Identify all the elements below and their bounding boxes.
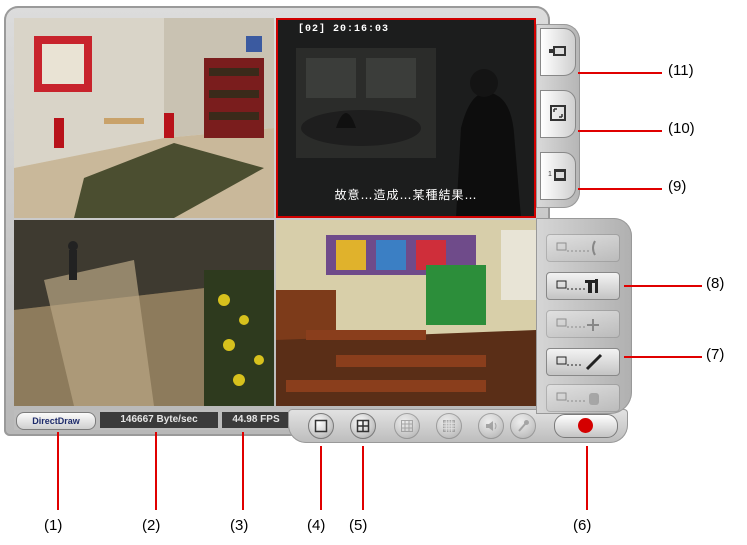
- callout-line-2: [155, 432, 157, 510]
- view-control-bar: [288, 409, 628, 443]
- network-add-button[interactable]: [546, 310, 620, 338]
- camera-view-4[interactable]: [276, 220, 536, 406]
- callout-label-7: (7): [706, 346, 725, 363]
- network-tools-button[interactable]: [546, 272, 620, 300]
- callout-line-1: [57, 432, 59, 510]
- status-bar: DirectDraw 146667 Byte/sec 44.98 FPS: [14, 410, 292, 430]
- network-edit-button[interactable]: [546, 348, 620, 376]
- callout-label-3: (3): [230, 517, 249, 534]
- network-call-button[interactable]: [546, 234, 620, 262]
- callout-label-11: (11): [668, 62, 694, 79]
- callout-line-3: [242, 432, 244, 510]
- camera-view-3[interactable]: [14, 220, 274, 406]
- quad-view-button[interactable]: [350, 413, 376, 439]
- callout-line-7: [624, 356, 702, 358]
- microphone-icon: [518, 420, 529, 432]
- camera-icon: [549, 46, 566, 56]
- video-subtitle: 故意…造成…某種結果…: [334, 188, 478, 202]
- callout-label-4: (4): [307, 517, 326, 534]
- record-dot-icon: [578, 418, 593, 433]
- callout-label-9: (9): [668, 178, 687, 195]
- callout-label-8: (8): [706, 275, 725, 292]
- render-mode-button[interactable]: DirectDraw: [16, 412, 96, 430]
- callout-line-10: [578, 130, 662, 132]
- camera-view-2[interactable]: [02] 20:16:03 故意…造成…某種結果…: [276, 18, 536, 218]
- callout-label-1: (1): [44, 517, 63, 534]
- callout-label-5: (5): [349, 517, 368, 534]
- network-hand-icon: [556, 392, 599, 405]
- callout-line-4: [320, 446, 322, 510]
- single-view-button[interactable]: [308, 413, 334, 439]
- network-plus-icon: [556, 318, 599, 331]
- record-button[interactable]: [554, 414, 618, 438]
- network-tools-icon: [556, 279, 598, 293]
- nine-view-button[interactable]: [394, 413, 420, 439]
- sixteen-grid-icon: [443, 420, 455, 432]
- callout-line-6: [586, 446, 588, 510]
- sixteen-view-button[interactable]: [436, 413, 462, 439]
- camera-view-1[interactable]: [14, 18, 274, 218]
- side-tab-strip: 1: [536, 24, 580, 208]
- callout-label-6: (6): [573, 517, 592, 534]
- network-control-panel: [536, 218, 632, 414]
- audio-button[interactable]: [478, 413, 504, 439]
- callout-label-2: (2): [142, 517, 161, 534]
- nine-grid-icon: [401, 420, 413, 432]
- fullscreen-button[interactable]: [540, 90, 576, 138]
- svg-text:1: 1: [548, 171, 552, 178]
- callout-label-10: (10): [668, 120, 695, 137]
- camera-tab-button[interactable]: [540, 28, 576, 76]
- frame-rate-display: 44.98 FPS: [222, 412, 290, 428]
- network-phone-icon: [556, 240, 596, 256]
- callout-line-8: [624, 285, 702, 287]
- fullscreen-icon: [550, 105, 566, 121]
- speaker-icon: [486, 421, 497, 431]
- callout-line-11: [578, 72, 662, 74]
- network-pen-icon: [556, 353, 603, 371]
- microphone-button[interactable]: [510, 413, 536, 439]
- snapshot-tab-button[interactable]: 1: [540, 152, 576, 200]
- callout-line-9: [578, 188, 662, 190]
- data-rate-display: 146667 Byte/sec: [100, 412, 218, 428]
- network-hand-button[interactable]: [546, 384, 620, 412]
- quad-grid-icon: [356, 419, 370, 433]
- camera-timestamp: [02] 20:16:03: [298, 24, 390, 35]
- square-icon: [314, 419, 328, 433]
- callout-line-5: [362, 446, 364, 510]
- snapshot-icon: 1: [548, 169, 566, 181]
